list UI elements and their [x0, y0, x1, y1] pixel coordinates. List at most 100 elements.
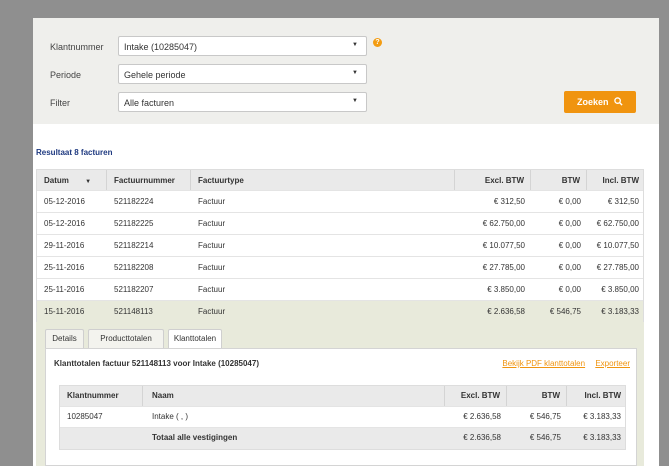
filter-label: Filter — [50, 98, 70, 108]
sub-cell-naam: Intake ( , ) — [152, 412, 189, 421]
table-row[interactable]: 25-11-2016 521182208 Factuur € 27.785,00 € 0… — [37, 257, 643, 279]
table-row[interactable]: 25-11-2016 521182207 Factuur € 3.850,00 € 0,… — [37, 279, 643, 301]
col-factuurnummer[interactable]: Factuurnummer — [107, 170, 191, 190]
cell-excl-btw: € 27.785,00 — [482, 263, 525, 272]
tab-klanttotalen[interactable]: Klanttotalen — [168, 329, 222, 349]
help-icon[interactable]: ? — [373, 38, 382, 47]
cell-factuurtype: Factuur — [198, 197, 226, 206]
col-excl-btw[interactable]: Excl. BTW — [455, 170, 531, 190]
cell-factuurnummer: 521182225 — [114, 219, 154, 228]
cell-incl-btw: € 10.077,50 — [596, 241, 639, 250]
sub-col-klantnummer: Klantnummer — [60, 386, 143, 406]
table-row[interactable]: 05-12-2016 521182224 Factuur € 312,50 € 0,00… — [37, 191, 643, 213]
cell-factuurnummer: 521182224 — [114, 197, 154, 206]
klanttotalen-table: Klantnummer Naam Excl. BTW BTW Incl. BTW… — [59, 385, 626, 450]
search-button-label: Zoeken — [576, 97, 609, 107]
sub-col-excl-btw: Excl. BTW — [445, 386, 507, 406]
sub-col-naam: Naam — [143, 386, 445, 406]
cell-incl-btw: € 27.785,00 — [596, 263, 639, 272]
tab-producttotalen[interactable]: Producttotalen — [88, 329, 164, 348]
sub-total-row: Totaal alle vestigingen € 2.636,58 € 546… — [60, 428, 625, 449]
sort-desc-icon: ▼ — [85, 179, 92, 185]
sub-cell-incl-btw: € 3.183,33 — [583, 412, 621, 421]
total-label: Totaal alle vestigingen — [152, 433, 238, 442]
cell-excl-btw: € 312,50 — [493, 197, 525, 206]
chevron-down-icon: ▼ — [352, 42, 358, 48]
detail-title: Klanttotalen factuur 521148113 voor Inta… — [54, 359, 259, 368]
cell-incl-btw: € 3.850,00 — [601, 285, 639, 294]
cell-datum: 05-12-2016 — [44, 219, 85, 228]
cell-datum: 25-11-2016 — [44, 263, 85, 272]
cell-incl-btw: € 62.750,00 — [596, 219, 639, 228]
search-icon — [614, 97, 623, 106]
table-row[interactable]: 05-12-2016 521182225 Factuur € 62.750,00 € 0… — [37, 213, 643, 235]
cell-btw: € 0,00 — [558, 263, 581, 272]
sub-table-row: 10285047 Intake ( , ) € 2.636,58 € 546,7… — [60, 407, 625, 428]
export-link[interactable]: Exporteer — [595, 359, 630, 368]
cell-factuurnummer: 521182207 — [114, 285, 154, 294]
col-incl-btw[interactable]: Incl. BTW — [587, 170, 645, 190]
invoice-detail: Details Producttotalen Klanttotalen Klan… — [36, 322, 644, 466]
cell-incl-btw: € 3.183,33 — [601, 307, 639, 316]
cell-excl-btw: € 62.750,00 — [482, 219, 525, 228]
cell-btw: € 0,00 — [558, 219, 581, 228]
periode-value: Gehele periode — [124, 70, 186, 80]
klantnummer-label: Klantnummer — [50, 42, 104, 52]
filter-select[interactable]: Alle facturen ▼ — [118, 92, 367, 112]
cell-excl-btw: € 2.636,58 — [487, 307, 525, 316]
cell-btw: € 0,00 — [558, 241, 581, 250]
cell-btw: € 0,00 — [558, 285, 581, 294]
cell-factuurnummer: 521182214 — [114, 241, 154, 250]
cell-factuurtype: Factuur — [198, 241, 226, 250]
periode-label: Periode — [50, 70, 82, 80]
cell-factuurtype: Factuur — [198, 219, 226, 228]
chevron-down-icon: ▼ — [352, 70, 358, 76]
sub-cell-klantnummer: 10285047 — [67, 412, 103, 421]
cell-factuurtype: Factuur — [198, 263, 226, 272]
table-row[interactable]: 29-11-2016 521182214 Factuur € 10.077,50 € 0… — [37, 235, 643, 257]
periode-select[interactable]: Gehele periode ▼ — [118, 64, 367, 84]
invoice-table: Datum ▼ Factuurnummer Factuurtype Excl. … — [36, 169, 644, 324]
table-header-row: Datum ▼ Factuurnummer Factuurtype Excl. … — [37, 170, 643, 191]
total-incl-btw: € 3.183,33 — [583, 433, 621, 442]
result-count: Resultaat 8 facturen — [36, 148, 113, 157]
cell-excl-btw: € 3.850,00 — [487, 285, 525, 294]
cell-btw: € 0,00 — [558, 197, 581, 206]
col-factuurtype[interactable]: Factuurtype — [191, 170, 455, 190]
cell-datum: 25-11-2016 — [44, 285, 85, 294]
sub-cell-excl-btw: € 2.636,58 — [463, 412, 501, 421]
pdf-link[interactable]: Bekijk PDF klanttotalen — [502, 359, 585, 368]
cell-factuurtype: Factuur — [198, 285, 226, 294]
filter-panel: Klantnummer Intake (10285047) ▼ ? Period… — [33, 18, 659, 124]
col-datum-label: Datum — [44, 176, 69, 185]
cell-factuurtype: Factuur — [198, 307, 226, 316]
cell-datum: 15-11-2016 — [44, 307, 85, 316]
klantnummer-value: Intake (10285047) — [124, 42, 198, 52]
filter-value: Alle facturen — [124, 98, 175, 108]
col-btw[interactable]: BTW — [531, 170, 587, 190]
total-btw: € 546,75 — [529, 433, 561, 442]
total-excl-btw: € 2.636,58 — [463, 433, 501, 442]
sub-col-incl-btw: Incl. BTW — [584, 391, 621, 400]
periode-row: Periode Gehele periode ▼ — [33, 64, 659, 84]
sub-header-row: Klantnummer Naam Excl. BTW BTW Incl. BTW — [60, 386, 625, 407]
sub-cell-btw: € 546,75 — [529, 412, 561, 421]
cell-datum: 05-12-2016 — [44, 197, 85, 206]
klantnummer-select[interactable]: Intake (10285047) ▼ — [118, 36, 367, 56]
klanttotalen-panel: Klanttotalen factuur 521148113 voor Inta… — [45, 348, 637, 466]
klantnummer-row: Klantnummer Intake (10285047) ▼ — [33, 36, 659, 56]
sub-col-btw: BTW — [507, 386, 567, 406]
cell-datum: 29-11-2016 — [44, 241, 85, 250]
cell-factuurnummer: 521182208 — [114, 263, 154, 272]
cell-factuurnummer: 521148113 — [114, 307, 153, 316]
cell-excl-btw: € 10.077,50 — [482, 241, 525, 250]
detail-links: Bekijk PDF klanttotalen Exporteer — [494, 359, 630, 368]
invoice-page: Klantnummer Intake (10285047) ▼ ? Period… — [33, 18, 659, 466]
chevron-down-icon: ▼ — [352, 98, 358, 104]
cell-btw: € 546,75 — [549, 307, 581, 316]
tab-details[interactable]: Details — [45, 329, 84, 348]
cell-incl-btw: € 312,50 — [607, 197, 639, 206]
col-datum[interactable]: Datum ▼ — [37, 170, 107, 190]
table-row[interactable]: 15-11-2016 521148113 Factuur € 2.636,58 € 54… — [37, 301, 643, 323]
search-button[interactable]: Zoeken — [564, 91, 636, 113]
